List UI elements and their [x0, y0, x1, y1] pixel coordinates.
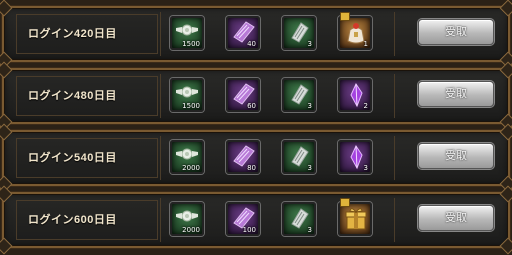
divider [160, 198, 161, 242]
divider [394, 74, 395, 118]
reward-row: ログイン480日目 1500 60 3 2 受取 [0, 61, 512, 131]
login-day-label: ログイン540日目 [28, 152, 117, 164]
frame-corner-ornament [0, 237, 13, 255]
reward-slot[interactable]: 3 [282, 16, 316, 50]
reward-quantity: 100 [242, 226, 256, 234]
login-day-label: ログイン600日目 [28, 214, 117, 226]
frame-corner-ornament [499, 123, 512, 141]
divider [160, 12, 161, 56]
divider [160, 136, 161, 180]
reward-quantity: 60 [247, 102, 256, 110]
frame-corner-ornament [0, 185, 13, 203]
reward-quantity: 2 [363, 102, 368, 110]
claim-button[interactable]: 受取 [418, 81, 494, 107]
frame-corner-ornament [499, 0, 512, 17]
reward-quantity: 3 [363, 164, 368, 172]
frame-corner-ornament [499, 61, 512, 79]
reward-quantity: 2000 [182, 164, 200, 172]
frame-corner-ornament [499, 237, 512, 255]
reward-row: ログイン600日目 2000 100 3 受取 [0, 185, 512, 255]
reward-slot[interactable]: 3 [282, 78, 316, 112]
reward-quantity: 1 [363, 40, 368, 48]
reward-row: ログイン540日目 2000 80 3 3 受取 [0, 123, 512, 193]
reward-slot[interactable]: 60 [226, 78, 260, 112]
frame-corner-ornament [0, 123, 13, 141]
reward-quantity: 80 [247, 164, 256, 172]
login-day-label: ログイン480日目 [28, 90, 117, 102]
claim-button[interactable]: 受取 [418, 143, 494, 169]
reward-slot[interactable]: 2000 [170, 140, 204, 174]
frame-corner-ornament [0, 0, 13, 17]
divider [394, 12, 395, 56]
reward-quantity: 3 [307, 226, 312, 234]
reward-quantity: 3 [307, 40, 312, 48]
reward-quantity: 1500 [182, 40, 200, 48]
lock-icon [340, 198, 350, 207]
reward-slot[interactable]: 40 [226, 16, 260, 50]
reward-slot[interactable]: 1500 [170, 16, 204, 50]
reward-slot[interactable]: 100 [226, 202, 260, 236]
reward-slot[interactable]: 80 [226, 140, 260, 174]
reward-slot[interactable]: 2000 [170, 202, 204, 236]
reward-slot[interactable]: 1500 [170, 78, 204, 112]
lock-icon [340, 12, 350, 21]
reward-quantity: 3 [307, 102, 312, 110]
reward-row: ログイン420日目 1500 40 3 1 受取 [0, 0, 512, 69]
reward-quantity: 2000 [182, 226, 200, 234]
divider [394, 136, 395, 180]
claim-button[interactable]: 受取 [418, 205, 494, 231]
claim-button[interactable]: 受取 [418, 19, 494, 45]
reward-slot[interactable] [338, 202, 372, 236]
frame-corner-ornament [499, 185, 512, 203]
reward-slot[interactable]: 2 [338, 78, 372, 112]
divider [394, 198, 395, 242]
reward-slot[interactable]: 1 [338, 16, 372, 50]
reward-quantity: 3 [307, 164, 312, 172]
login-day-label: ログイン420日目 [28, 28, 117, 40]
divider [160, 74, 161, 118]
reward-slot[interactable]: 3 [282, 140, 316, 174]
frame-corner-ornament [0, 61, 13, 79]
reward-quantity: 1500 [182, 102, 200, 110]
reward-slot[interactable]: 3 [338, 140, 372, 174]
reward-quantity: 40 [247, 40, 256, 48]
reward-slot[interactable]: 3 [282, 202, 316, 236]
